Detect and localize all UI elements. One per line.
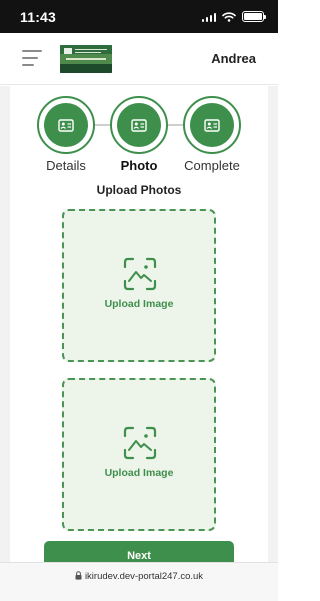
upload-image-dropzone[interactable]: Upload Image [62,378,216,531]
user-name[interactable]: Andrea [211,51,256,66]
upload-image-label: Upload Image [104,298,174,310]
browser-url-bar[interactable]: ikirudev.dev-portal247.co.uk [0,562,278,601]
step-label-photo: Photo [120,158,158,173]
step-complete[interactable] [183,96,241,154]
step-label-complete: Complete [184,158,240,173]
id-card-icon [58,118,74,132]
battery-icon [242,11,266,22]
step-details[interactable] [37,96,95,154]
image-scan-icon [123,426,157,460]
lock-icon [75,571,82,580]
id-card-icon [204,118,220,132]
step-label-details: Details [46,158,86,173]
app-header: Andrea [0,33,278,85]
content-card: Details Photo Complete Upload Photos Upl… [10,86,268,562]
status-time: 11:43 [20,9,57,25]
upload-image-label: Upload Image [104,467,174,479]
image-scan-icon [123,257,157,291]
url-text: ikirudev.dev-portal247.co.uk [84,571,204,582]
upload-image-dropzone[interactable]: Upload Image [62,209,216,362]
step-photo[interactable] [110,96,168,154]
id-card-icon [131,118,147,132]
status-icons [201,11,266,22]
hamburger-menu-icon[interactable] [22,50,42,66]
status-bar: 11:43 [0,0,278,33]
wifi-icon [222,11,236,22]
company-logo [60,45,112,73]
next-button[interactable]: Next [44,541,234,562]
page-area: Details Photo Complete Upload Photos Upl… [0,86,278,562]
url-display[interactable]: ikirudev.dev-portal247.co.uk [0,571,278,582]
section-title: Upload Photos [96,183,182,197]
cellular-signal-icon [201,12,216,22]
